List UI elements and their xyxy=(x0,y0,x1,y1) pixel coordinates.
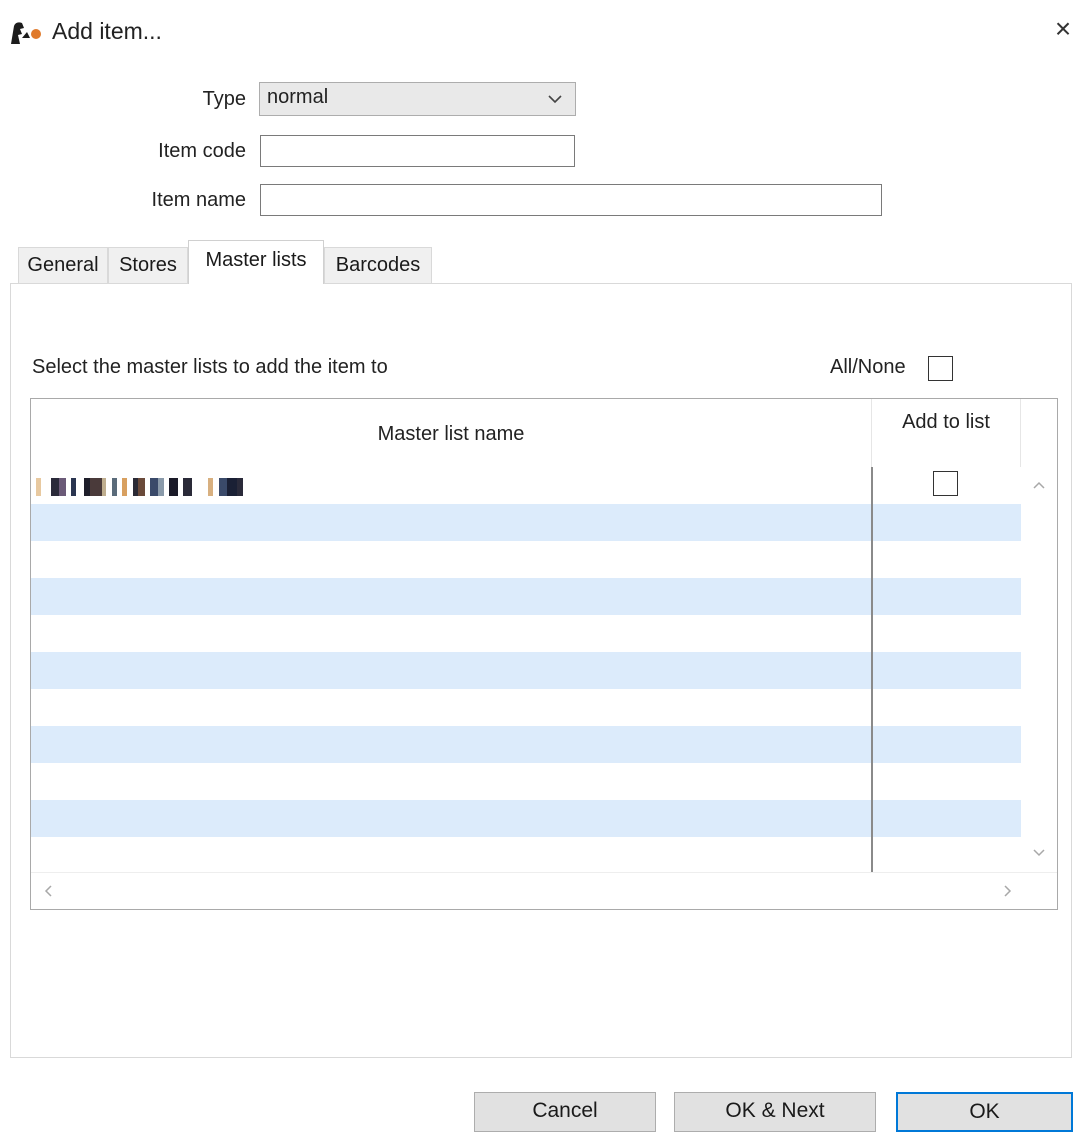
ok-button[interactable]: OK xyxy=(896,1092,1073,1132)
type-select-value: normal xyxy=(267,86,329,108)
ok-next-button[interactable]: OK & Next xyxy=(674,1092,876,1132)
master-lists-table: Master list name Add to list xyxy=(30,398,1058,910)
type-select[interactable]: normal xyxy=(259,82,576,116)
redacted-list-name xyxy=(36,478,243,496)
cancel-button[interactable]: Cancel xyxy=(474,1092,656,1132)
column-header-master-list-name[interactable]: Master list name xyxy=(31,399,871,467)
chevron-down-icon[interactable] xyxy=(1029,843,1049,863)
column-header-add-to-list[interactable]: Add to list xyxy=(871,399,1021,467)
all-none-label: All/None xyxy=(830,356,906,378)
chevron-down-icon xyxy=(548,95,562,104)
app-logo-icon xyxy=(11,22,41,44)
all-none-checkbox[interactable] xyxy=(928,356,953,381)
column-divider[interactable] xyxy=(871,467,873,872)
add-to-list-checkbox[interactable] xyxy=(933,471,958,496)
type-label: Type xyxy=(202,88,246,110)
item-code-input[interactable] xyxy=(260,135,575,167)
vertical-scrollbar[interactable] xyxy=(1021,467,1057,872)
chevron-left-icon[interactable] xyxy=(39,881,59,901)
tab-master-lists[interactable]: Master lists xyxy=(188,240,324,284)
tab-stores[interactable]: Stores xyxy=(108,247,188,283)
horizontal-scrollbar[interactable] xyxy=(31,872,1057,909)
chevron-up-icon[interactable] xyxy=(1029,475,1049,495)
close-icon[interactable]: × xyxy=(1050,14,1073,44)
window-title: Add item... xyxy=(52,18,162,44)
tab-barcodes[interactable]: Barcodes xyxy=(324,247,432,283)
instructions-text: Select the master lists to add the item … xyxy=(32,356,388,378)
tab-general[interactable]: General xyxy=(18,247,108,283)
chevron-right-icon[interactable] xyxy=(997,881,1017,901)
item-code-label: Item code xyxy=(158,140,246,162)
item-name-label: Item name xyxy=(151,189,246,211)
item-name-input[interactable] xyxy=(260,184,882,216)
